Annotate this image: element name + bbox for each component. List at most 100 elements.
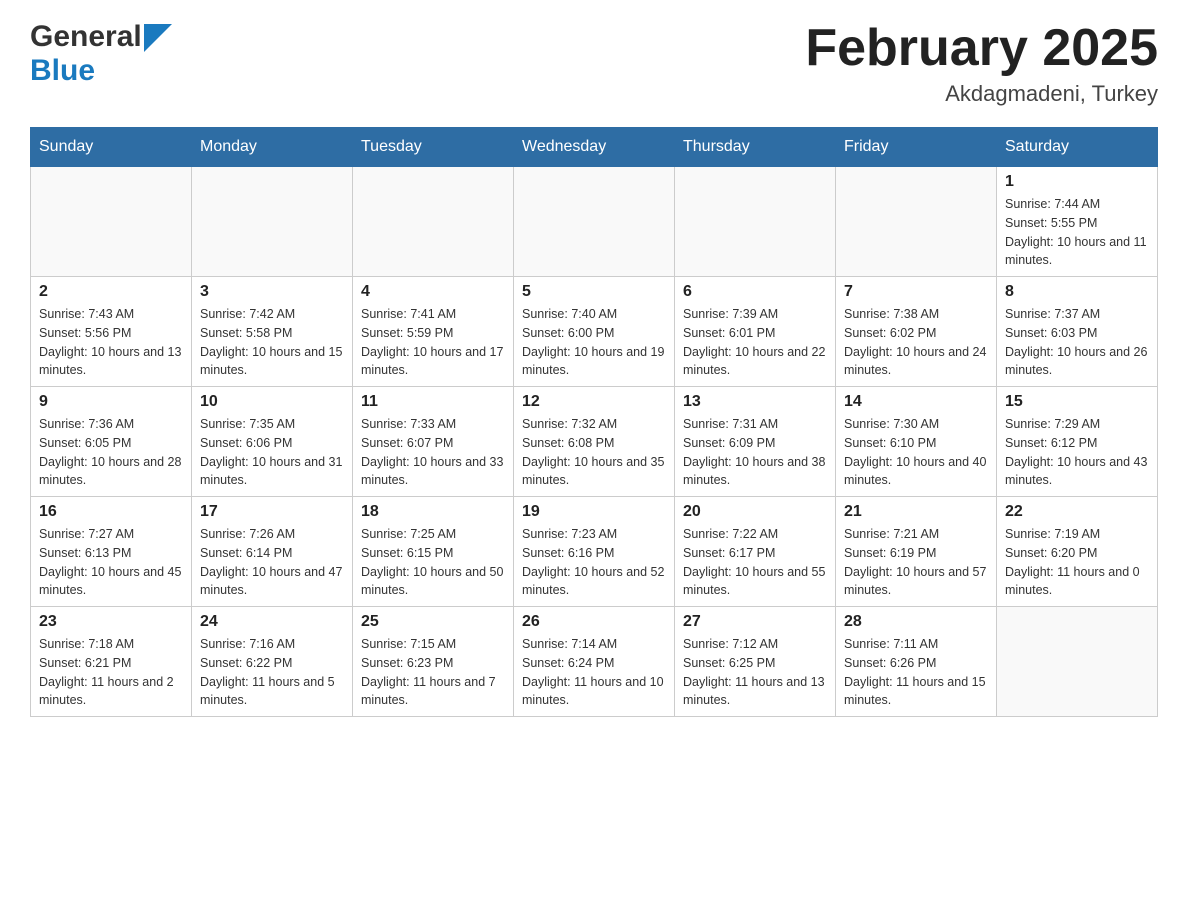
calendar-cell (353, 167, 514, 277)
day-info: Sunrise: 7:42 AMSunset: 5:58 PMDaylight:… (200, 305, 344, 380)
logo-blue-text: Blue (30, 54, 95, 87)
day-info: Sunrise: 7:31 AMSunset: 6:09 PMDaylight:… (683, 415, 827, 490)
day-info: Sunrise: 7:39 AMSunset: 6:01 PMDaylight:… (683, 305, 827, 380)
day-info: Sunrise: 7:36 AMSunset: 6:05 PMDaylight:… (39, 415, 183, 490)
day-info: Sunrise: 7:40 AMSunset: 6:00 PMDaylight:… (522, 305, 666, 380)
calendar-cell: 5 Sunrise: 7:40 AMSunset: 6:00 PMDaylight… (514, 277, 675, 387)
calendar-day-header: Wednesday (514, 128, 675, 167)
day-info: Sunrise: 7:16 AMSunset: 6:22 PMDaylight:… (200, 635, 344, 710)
calendar-day-header: Thursday (675, 128, 836, 167)
calendar-cell: 9 Sunrise: 7:36 AMSunset: 6:05 PMDaylight… (31, 387, 192, 497)
calendar-cell (675, 167, 836, 277)
calendar-cell: 11 Sunrise: 7:33 AMSunset: 6:07 PMDayligh… (353, 387, 514, 497)
calendar-cell: 14Sunrise: 7:30 AMSunset: 6:10 PMDayligh… (836, 387, 997, 497)
calendar-day-header: Sunday (31, 128, 192, 167)
day-number: 16 (39, 503, 183, 521)
calendar-cell: 25 Sunrise: 7:15 AMSunset: 6:23 PMDayligh… (353, 607, 514, 717)
calendar-week-row: 2 Sunrise: 7:43 AMSunset: 5:56 PMDaylight… (31, 277, 1158, 387)
day-number: 25 (361, 613, 505, 631)
day-number: 9 (39, 393, 183, 411)
calendar-day-header: Tuesday (353, 128, 514, 167)
day-info: Sunrise: 7:33 AMSunset: 6:07 PMDaylight:… (361, 415, 505, 490)
calendar-cell: 18 Sunrise: 7:25 AMSunset: 6:15 PMDayligh… (353, 497, 514, 607)
page-header: General Blue February 2025 Akdagmadeni, … (30, 20, 1158, 107)
day-number: 1 (1005, 173, 1149, 191)
calendar-cell: 24Sunrise: 7:16 AMSunset: 6:22 PMDayligh… (192, 607, 353, 717)
calendar-cell: 8Sunrise: 7:37 AMSunset: 6:03 PMDaylight… (997, 277, 1158, 387)
day-info: Sunrise: 7:29 AMSunset: 6:12 PMDaylight:… (1005, 415, 1149, 490)
calendar-header-row: SundayMondayTuesdayWednesdayThursdayFrid… (31, 128, 1158, 167)
day-number: 6 (683, 283, 827, 301)
day-number: 3 (200, 283, 344, 301)
calendar-table: SundayMondayTuesdayWednesdayThursdayFrid… (30, 127, 1158, 717)
calendar-cell: 12Sunrise: 7:32 AMSunset: 6:08 PMDayligh… (514, 387, 675, 497)
day-info: Sunrise: 7:18 AMSunset: 6:21 PMDaylight:… (39, 635, 183, 710)
day-info: Sunrise: 7:14 AMSunset: 6:24 PMDaylight:… (522, 635, 666, 710)
day-number: 4 (361, 283, 505, 301)
day-info: Sunrise: 7:23 AMSunset: 6:16 PMDaylight:… (522, 525, 666, 600)
calendar-week-row: 9 Sunrise: 7:36 AMSunset: 6:05 PMDaylight… (31, 387, 1158, 497)
calendar-day-header: Friday (836, 128, 997, 167)
month-title: February 2025 (805, 20, 1158, 77)
calendar-cell: 1Sunrise: 7:44 AMSunset: 5:55 PMDaylight… (997, 167, 1158, 277)
day-info: Sunrise: 7:21 AMSunset: 6:19 PMDaylight:… (844, 525, 988, 600)
logo-arrow-icon (144, 24, 172, 52)
calendar-day-header: Monday (192, 128, 353, 167)
day-info: Sunrise: 7:35 AMSunset: 6:06 PMDaylight:… (200, 415, 344, 490)
calendar-cell: 4 Sunrise: 7:41 AMSunset: 5:59 PMDaylight… (353, 277, 514, 387)
calendar-cell: 7 Sunrise: 7:38 AMSunset: 6:02 PMDaylight… (836, 277, 997, 387)
day-number: 13 (683, 393, 827, 411)
logo: General Blue (30, 20, 172, 88)
day-number: 17 (200, 503, 344, 521)
calendar-week-row: 16 Sunrise: 7:27 AMSunset: 6:13 PMDayligh… (31, 497, 1158, 607)
calendar-cell: 6 Sunrise: 7:39 AMSunset: 6:01 PMDaylight… (675, 277, 836, 387)
day-number: 19 (522, 503, 666, 521)
calendar-cell: 17Sunrise: 7:26 AMSunset: 6:14 PMDayligh… (192, 497, 353, 607)
calendar-cell: 22 Sunrise: 7:19 AMSunset: 6:20 PMDayligh… (997, 497, 1158, 607)
day-number: 5 (522, 283, 666, 301)
calendar-cell: 3 Sunrise: 7:42 AMSunset: 5:58 PMDaylight… (192, 277, 353, 387)
calendar-week-row: 23 Sunrise: 7:18 AMSunset: 6:21 PMDayligh… (31, 607, 1158, 717)
calendar-week-row: 1Sunrise: 7:44 AMSunset: 5:55 PMDaylight… (31, 167, 1158, 277)
day-info: Sunrise: 7:22 AMSunset: 6:17 PMDaylight:… (683, 525, 827, 600)
calendar-cell (836, 167, 997, 277)
day-info: Sunrise: 7:37 AMSunset: 6:03 PMDaylight:… (1005, 305, 1149, 380)
day-number: 18 (361, 503, 505, 521)
day-info: Sunrise: 7:12 AMSunset: 6:25 PMDaylight:… (683, 635, 827, 710)
calendar-cell: 20Sunrise: 7:22 AMSunset: 6:17 PMDayligh… (675, 497, 836, 607)
day-number: 21 (844, 503, 988, 521)
title-block: February 2025 Akdagmadeni, Turkey (805, 20, 1158, 107)
day-number: 11 (361, 393, 505, 411)
day-info: Sunrise: 7:27 AMSunset: 6:13 PMDaylight:… (39, 525, 183, 600)
day-number: 12 (522, 393, 666, 411)
day-info: Sunrise: 7:15 AMSunset: 6:23 PMDaylight:… (361, 635, 505, 710)
calendar-cell (192, 167, 353, 277)
day-number: 7 (844, 283, 988, 301)
day-number: 27 (683, 613, 827, 631)
calendar-cell: 28Sunrise: 7:11 AMSunset: 6:26 PMDayligh… (836, 607, 997, 717)
calendar-cell: 2 Sunrise: 7:43 AMSunset: 5:56 PMDaylight… (31, 277, 192, 387)
calendar-cell: 27 Sunrise: 7:12 AMSunset: 6:25 PMDayligh… (675, 607, 836, 717)
calendar-cell: 23 Sunrise: 7:18 AMSunset: 6:21 PMDayligh… (31, 607, 192, 717)
day-info: Sunrise: 7:30 AMSunset: 6:10 PMDaylight:… (844, 415, 988, 490)
calendar-cell (997, 607, 1158, 717)
day-info: Sunrise: 7:19 AMSunset: 6:20 PMDaylight:… (1005, 525, 1149, 600)
calendar-cell (31, 167, 192, 277)
day-number: 15 (1005, 393, 1149, 411)
day-info: Sunrise: 7:25 AMSunset: 6:15 PMDaylight:… (361, 525, 505, 600)
day-number: 2 (39, 283, 183, 301)
calendar-cell: 16 Sunrise: 7:27 AMSunset: 6:13 PMDayligh… (31, 497, 192, 607)
calendar-cell: 13 Sunrise: 7:31 AMSunset: 6:09 PMDayligh… (675, 387, 836, 497)
calendar-cell: 10Sunrise: 7:35 AMSunset: 6:06 PMDayligh… (192, 387, 353, 497)
day-info: Sunrise: 7:38 AMSunset: 6:02 PMDaylight:… (844, 305, 988, 380)
calendar-cell: 19 Sunrise: 7:23 AMSunset: 6:16 PMDayligh… (514, 497, 675, 607)
day-number: 22 (1005, 503, 1149, 521)
day-number: 23 (39, 613, 183, 631)
day-number: 26 (522, 613, 666, 631)
logo-general-text: General (30, 20, 142, 54)
day-info: Sunrise: 7:11 AMSunset: 6:26 PMDaylight:… (844, 635, 988, 710)
day-info: Sunrise: 7:41 AMSunset: 5:59 PMDaylight:… (361, 305, 505, 380)
calendar-cell: 21 Sunrise: 7:21 AMSunset: 6:19 PMDayligh… (836, 497, 997, 607)
day-info: Sunrise: 7:43 AMSunset: 5:56 PMDaylight:… (39, 305, 183, 380)
calendar-day-header: Saturday (997, 128, 1158, 167)
